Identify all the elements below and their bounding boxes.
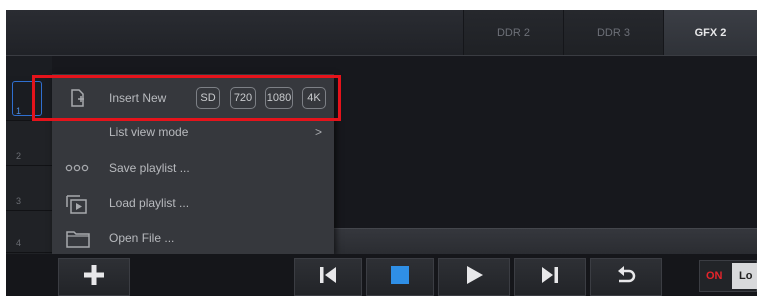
on-toggle[interactable]: ON Lo xyxy=(699,260,757,292)
skip-forward-icon xyxy=(539,264,561,291)
menu-item-save-playlist[interactable]: Save playlist ... xyxy=(52,150,334,186)
on-label: ON xyxy=(706,270,723,282)
slot-2[interactable]: 2 xyxy=(6,121,52,166)
highlight-annotation xyxy=(32,75,341,121)
slot-4[interactable]: 4 xyxy=(6,211,52,253)
loop-button[interactable] xyxy=(590,258,662,296)
stop-button[interactable] xyxy=(366,258,434,296)
stop-icon xyxy=(389,264,411,291)
plus-icon xyxy=(81,262,107,293)
menu-label: Load playlist ... xyxy=(109,196,190,210)
skip-back-button[interactable] xyxy=(294,258,362,296)
tab-ddr-3[interactable]: DDR 3 xyxy=(563,10,663,55)
slot-3[interactable]: 3 xyxy=(6,166,52,211)
add-button[interactable] xyxy=(58,258,130,296)
slot-number: 2 xyxy=(16,151,22,161)
menu-item-load-playlist[interactable]: Load playlist ... xyxy=(52,185,334,221)
lo-button[interactable]: Lo xyxy=(732,263,757,289)
three-dots-icon xyxy=(64,160,90,180)
slot-number: 4 xyxy=(16,238,22,248)
menu-label: List view mode xyxy=(109,125,189,139)
tab-gfx-2[interactable]: GFX 2 xyxy=(663,10,757,55)
play-button[interactable] xyxy=(438,258,510,296)
submenu-arrow-icon: > xyxy=(314,125,322,139)
status-strip xyxy=(334,228,757,255)
menu-label: Save playlist ... xyxy=(109,161,190,175)
menu-label: Open File ... xyxy=(109,231,175,245)
play-icon xyxy=(463,264,485,291)
app-window: DDR 2 DDR 3 GFX 2 1 2 3 4 5 Insert New S… xyxy=(0,0,757,296)
load-playlist-icon xyxy=(64,193,90,214)
skip-back-icon xyxy=(317,264,339,291)
slot-number: 1 xyxy=(16,106,22,116)
skip-forward-button[interactable] xyxy=(514,258,586,296)
slot-number: 3 xyxy=(16,196,22,206)
folder-icon xyxy=(64,228,90,248)
menu-item-open-file[interactable]: Open File ... xyxy=(52,220,334,256)
loop-icon xyxy=(614,264,638,291)
tab-ddr-2[interactable]: DDR 2 xyxy=(463,10,563,55)
